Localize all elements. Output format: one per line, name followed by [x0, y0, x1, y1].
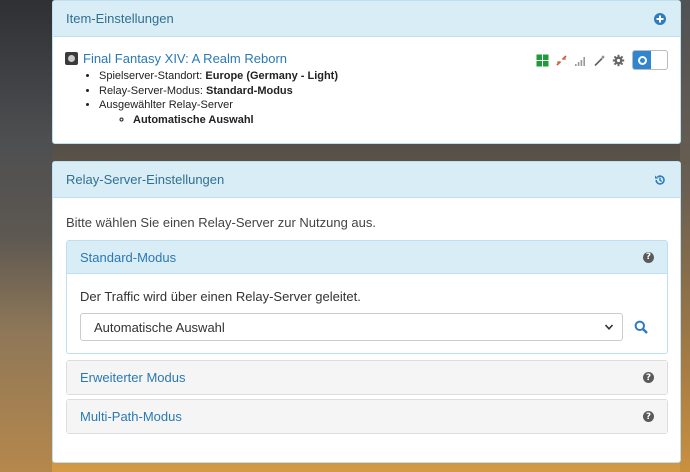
history-icon[interactable]	[654, 174, 666, 186]
magic-wand-icon[interactable]	[593, 54, 606, 67]
list-item: Ausgewählter Relay-Server Automatische A…	[99, 98, 668, 127]
background-right	[680, 0, 690, 472]
list-item: Relay-Server-Modus: Standard-Modus	[99, 84, 668, 99]
multipath-mode-title[interactable]: Multi-Path-Modus	[80, 409, 182, 424]
toggle-knob-icon	[633, 51, 651, 69]
game-title-link[interactable]: Final Fantasy XIV: A Realm Reborn	[83, 51, 287, 66]
relay-value: Automatische Auswahl	[133, 113, 254, 126]
list-item: Spielserver-Standort: Europe (Germany - …	[99, 69, 668, 84]
windows-icon[interactable]	[536, 54, 549, 67]
standard-mode-body: Der Traffic wird über einen Relay-Server…	[67, 274, 667, 341]
chevron-down-icon	[604, 324, 614, 330]
item-toolbar	[536, 50, 668, 70]
disconnect-icon[interactable]	[555, 54, 568, 67]
relay-select-value: Automatische Auswahl	[94, 319, 225, 335]
multipath-mode-section[interactable]: Multi-Path-Modus ?	[66, 399, 668, 434]
gear-icon[interactable]	[612, 54, 625, 67]
standard-mode-section: Standard-Modus ? Der Traffic wird über e…	[66, 240, 668, 354]
help-icon[interactable]: ?	[643, 251, 654, 263]
advanced-mode-header[interactable]: Erweiterter Modus ?	[67, 361, 667, 394]
standard-mode-header[interactable]: Standard-Modus ?	[67, 241, 667, 274]
item-details-list: Spielserver-Standort: Europe (Germany - …	[99, 69, 668, 127]
item-settings-header: Item-Einstellungen	[53, 1, 680, 37]
relay-settings-title: Relay-Server-Einstellungen	[66, 172, 225, 187]
standard-mode-description: Der Traffic wird über einen Relay-Server…	[80, 289, 361, 304]
item-settings-title: Item-Einstellungen	[66, 11, 174, 26]
plus-circle-icon[interactable]	[654, 12, 666, 25]
relay-settings-header: Relay-Server-Einstellungen	[53, 162, 680, 198]
relay-intro-text: Bitte wählen Sie einen Relay-Server zur …	[66, 215, 376, 230]
multipath-mode-header[interactable]: Multi-Path-Modus ?	[67, 400, 667, 433]
item-settings-panel: Item-Einstellungen Final Fantasy XIV: A …	[52, 0, 681, 144]
game-icon	[65, 52, 78, 65]
background-left	[0, 0, 52, 472]
help-icon[interactable]: ?	[643, 372, 654, 383]
location-value: Europe (Germany - Light)	[205, 70, 339, 82]
standard-mode-title[interactable]: Standard-Modus	[80, 250, 176, 265]
location-label: Spielserver-Standort:	[99, 70, 203, 82]
relay-server-select[interactable]: Automatische Auswahl	[80, 313, 623, 341]
mode-label: Relay-Server-Modus:	[99, 84, 203, 97]
signal-icon[interactable]	[574, 54, 587, 67]
advanced-mode-section[interactable]: Erweiterter Modus ?	[66, 360, 668, 395]
help-icon[interactable]: ?	[643, 411, 654, 422]
mode-value: Standard-Modus	[205, 84, 293, 97]
relay-sublist: Automatische Auswahl	[133, 113, 668, 128]
list-item: Automatische Auswahl	[133, 113, 668, 128]
item-row: Final Fantasy XIV: A Realm Reborn Spiels…	[53, 37, 680, 127]
relay-select-row: Automatische Auswahl	[80, 313, 654, 341]
relay-settings-panel: Relay-Server-Einstellungen Bitte wählen …	[52, 161, 681, 463]
search-icon[interactable]	[634, 320, 648, 334]
power-toggle[interactable]	[632, 50, 668, 70]
relay-label: Ausgewählter Relay-Server	[99, 99, 233, 111]
advanced-mode-title[interactable]: Erweiterter Modus	[80, 370, 185, 385]
